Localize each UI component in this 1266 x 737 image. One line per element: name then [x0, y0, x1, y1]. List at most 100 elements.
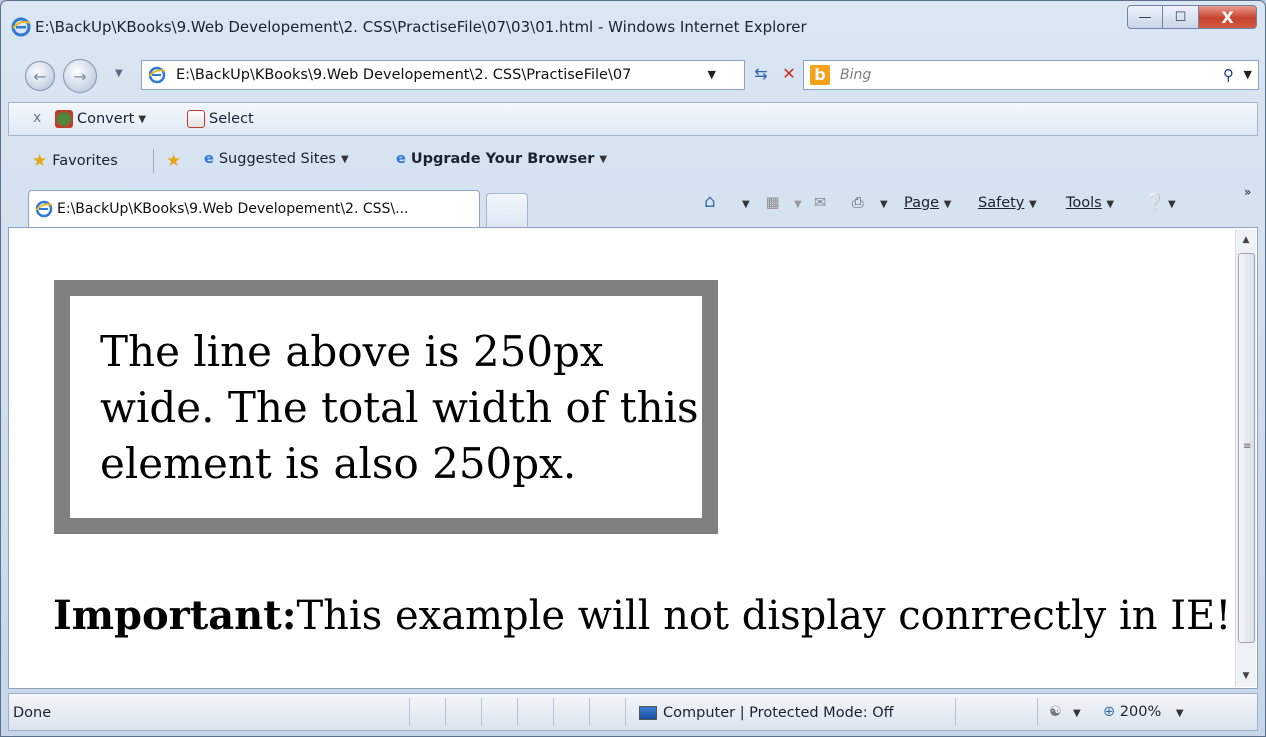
scrollbar-thumb[interactable]: ≡: [1238, 253, 1255, 643]
search-box[interactable]: b Bing ⚲ ▼: [803, 60, 1259, 90]
address-dropdown-icon[interactable]: ▼: [708, 68, 716, 81]
convert-dropdown-icon[interactable]: ▼: [138, 114, 146, 125]
favorites-button[interactable]: ★ Favorites: [32, 151, 118, 171]
computer-icon: [639, 706, 657, 720]
scrollbar-grip-icon: ≡: [1243, 441, 1252, 452]
maximize-button[interactable]: ☐: [1163, 5, 1199, 29]
favorites-bar: ★ Favorites ★ e Suggested Sites ▼ e Upgr…: [8, 143, 1258, 177]
help-dropdown-icon[interactable]: ▼: [1168, 199, 1176, 210]
stop-button[interactable]: ✕: [777, 61, 801, 85]
select-label: Select: [209, 111, 254, 127]
demo-box: The line above is 250px wide. The total …: [54, 280, 718, 534]
security-zone[interactable]: Computer | Protected Mode: Off: [639, 705, 894, 721]
zoom-text: 200%: [1119, 704, 1162, 720]
stop-icon: ✕: [782, 63, 796, 83]
suggested-sites-link[interactable]: e Suggested Sites ▼: [204, 151, 349, 167]
back-button[interactable]: ←: [25, 61, 55, 91]
status-bar: Done Computer | Protected Mode: Off ☯ ▼ …: [8, 693, 1258, 731]
recent-pages-dropdown-icon[interactable]: ▼: [115, 68, 123, 79]
change-settings-dropdown-icon[interactable]: ▼: [1073, 708, 1081, 719]
refresh-button[interactable]: ⇆: [749, 61, 773, 85]
status-divider: [517, 698, 518, 726]
address-bar[interactable]: E:\BackUp\KBooks\9.Web Developement\2. C…: [141, 60, 745, 90]
change-settings-icon[interactable]: ☯: [1049, 704, 1062, 720]
refresh-icon: ⇆: [754, 63, 768, 83]
pdf-toolbar: x Convert ▼ Select: [8, 102, 1258, 136]
print-dropdown-icon[interactable]: ▼: [880, 199, 888, 210]
feeds-dropdown-icon[interactable]: ▼: [794, 199, 802, 210]
safety-menu[interactable]: Safety ▼: [978, 195, 1037, 211]
navigation-bar: ← → ▼ E:\BackUp\KBooks\9.Web Developemen…: [1, 55, 1265, 95]
ie-page-icon: [148, 66, 166, 84]
upgrade-dropdown-icon[interactable]: ▼: [599, 154, 607, 165]
important-text: This example will not display conrrectly…: [296, 593, 1232, 639]
address-input[interactable]: E:\BackUp\KBooks\9.Web Developement\2. C…: [176, 67, 631, 83]
tab-active[interactable]: E:\BackUp\KBooks\9.Web Developement\2. C…: [28, 190, 480, 227]
more-tools-chevron[interactable]: »: [1244, 185, 1251, 199]
safety-menu-label: Safety: [978, 195, 1025, 211]
status-divider: [1037, 698, 1038, 726]
zone-text: Computer | Protected Mode: Off: [663, 705, 894, 721]
forward-icon: →: [73, 66, 87, 86]
window-title: E:\BackUp\KBooks\9.Web Developement\2. C…: [35, 18, 807, 36]
tools-menu[interactable]: Tools ▼: [1066, 195, 1114, 211]
minimize-icon: —: [1138, 9, 1152, 25]
home-icon[interactable]: ⌂: [704, 191, 715, 212]
favorites-label: Favorites: [52, 153, 118, 169]
page-content: The line above is 250px wide. The total …: [8, 227, 1258, 689]
convert-label: Convert: [77, 111, 135, 127]
add-to-favorites-bar-button[interactable]: ★: [166, 151, 181, 171]
status-text: Done: [13, 705, 52, 721]
ie-icon: [11, 17, 31, 37]
mail-icon[interactable]: ✉: [814, 195, 826, 211]
tools-menu-label: Tools: [1066, 195, 1102, 211]
status-divider: [445, 698, 446, 726]
feeds-icon[interactable]: ▦: [766, 195, 780, 211]
convert-icon: [55, 110, 73, 128]
zoom-dropdown-icon[interactable]: ▼: [1176, 708, 1184, 719]
scroll-up-arrow-icon[interactable]: ▲: [1236, 229, 1256, 251]
ie-icon: e: [204, 151, 214, 167]
maximize-icon: ☐: [1174, 9, 1187, 25]
zoom-icon: ⊕: [1103, 704, 1116, 720]
title-bar: E:\BackUp\KBooks\9.Web Developement\2. C…: [1, 1, 1265, 47]
tab-row: E:\BackUp\KBooks\9.Web Developement\2. C…: [8, 181, 1258, 227]
vertical-scrollbar[interactable]: ▲ ≡ ▼: [1235, 229, 1256, 687]
close-toolbar-button[interactable]: x: [33, 110, 41, 126]
close-icon: X: [1221, 7, 1234, 27]
suggested-sites-dropdown-icon[interactable]: ▼: [341, 154, 349, 165]
print-icon[interactable]: ⎙: [852, 195, 864, 211]
search-input[interactable]: Bing: [840, 67, 871, 83]
status-divider: [553, 698, 554, 726]
important-label: Important:: [53, 592, 297, 639]
upgrade-browser-link[interactable]: e Upgrade Your Browser ▼: [396, 151, 607, 167]
scroll-down-arrow-icon[interactable]: ▼: [1236, 665, 1256, 687]
close-button[interactable]: X: [1199, 5, 1257, 29]
search-options-dropdown-icon[interactable]: ▼: [1244, 68, 1252, 81]
ie-icon: e: [396, 151, 406, 167]
zoom-level[interactable]: ⊕ 200% ▼: [1103, 704, 1184, 720]
home-dropdown-icon[interactable]: ▼: [742, 199, 750, 210]
status-divider: [955, 698, 956, 726]
add-favorites-icon: ★: [166, 151, 182, 171]
select-button[interactable]: Select: [187, 110, 254, 128]
back-icon: ←: [33, 66, 47, 86]
favorites-separator: [153, 149, 154, 173]
status-divider: [409, 698, 410, 726]
new-tab-button[interactable]: [486, 193, 528, 227]
status-divider: [481, 698, 482, 726]
important-note: Important:This example will not display …: [53, 592, 1231, 639]
demo-box-text: The line above is 250px wide. The total …: [100, 327, 699, 488]
search-icon[interactable]: ⚲: [1223, 66, 1234, 84]
convert-button[interactable]: Convert ▼: [55, 110, 146, 128]
status-divider: [589, 698, 590, 726]
upgrade-label: Upgrade Your Browser: [410, 151, 595, 167]
tab-title: E:\BackUp\KBooks\9.Web Developement\2. C…: [57, 201, 409, 217]
minimize-button[interactable]: —: [1127, 5, 1163, 29]
forward-button[interactable]: →: [63, 59, 97, 93]
help-icon[interactable]: ❔: [1144, 193, 1165, 213]
ie-window: E:\BackUp\KBooks\9.Web Developement\2. C…: [0, 0, 1266, 737]
status-divider: [625, 698, 626, 726]
page-menu[interactable]: Page ▼: [904, 195, 951, 211]
ie-tab-icon: [35, 200, 53, 218]
